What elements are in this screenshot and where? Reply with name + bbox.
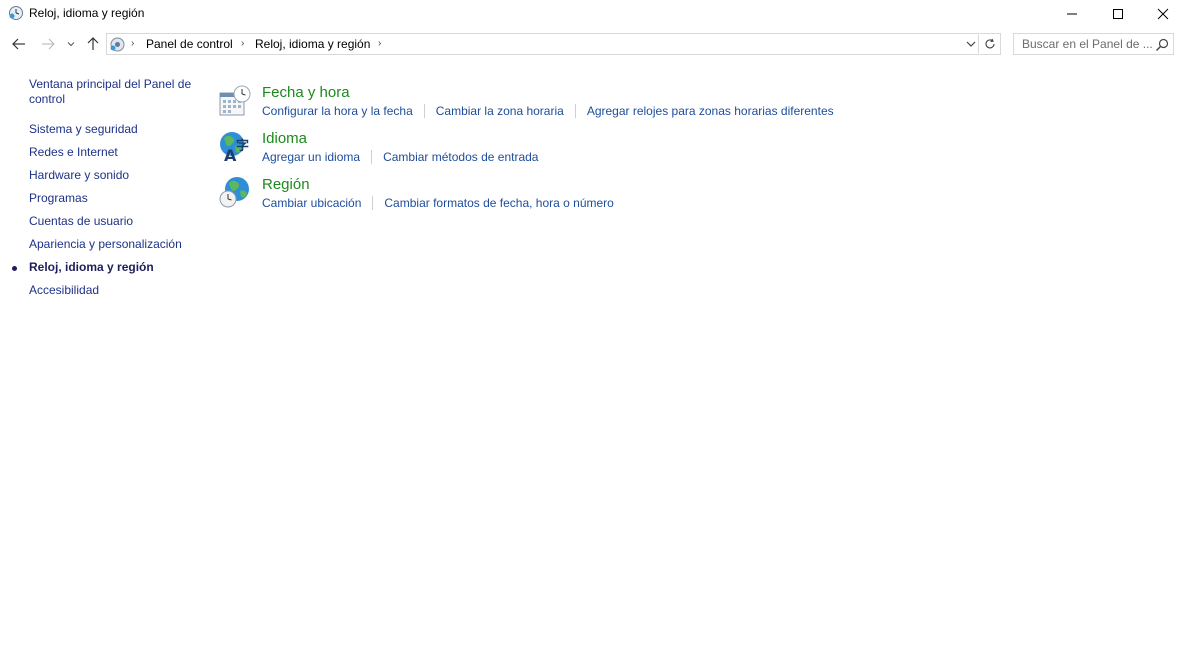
minimize-button[interactable] <box>1049 0 1095 28</box>
link-divider <box>372 196 374 210</box>
category-title-region[interactable]: Región <box>262 176 310 193</box>
chevron-down-icon <box>67 42 75 47</box>
search-input[interactable] <box>1014 34 1152 54</box>
category-links: Configurar la hora y la fecha Cambiar la… <box>262 104 834 118</box>
refresh-icon <box>985 38 995 49</box>
link-configurar-hora-fecha[interactable]: Configurar la hora y la fecha <box>262 104 413 118</box>
link-divider <box>423 104 425 118</box>
control-panel-icon <box>110 37 125 52</box>
clock-globe-icon <box>9 6 23 20</box>
link-divider <box>371 150 373 164</box>
address-bar[interactable]: › Panel de control › Reloj, idioma y reg… <box>106 33 979 55</box>
minimize-icon <box>1067 13 1077 15</box>
sidebar-item-ventana-principal[interactable]: Ventana principal del Panel de control <box>29 77 199 107</box>
refresh-button[interactable] <box>980 33 1001 55</box>
link-agregar-relojes[interactable]: Agregar relojes para zonas horarias dife… <box>587 104 834 118</box>
breadcrumb-separator-icon[interactable]: › <box>131 38 134 49</box>
sidebar-item-apariencia[interactable]: Apariencia y personalización <box>29 237 199 252</box>
address-dropdown-button[interactable] <box>964 37 978 51</box>
up-button[interactable] <box>83 34 103 54</box>
sidebar-item-sistema-seguridad[interactable]: Sistema y seguridad <box>29 122 199 137</box>
link-agregar-idioma[interactable]: Agregar un idioma <box>262 150 360 164</box>
current-item-bullet <box>12 266 17 271</box>
close-icon <box>1157 8 1169 20</box>
search-box[interactable] <box>1013 33 1174 55</box>
sidebar-item-reloj-idioma-region: Reloj, idioma y región <box>29 260 154 274</box>
link-cambiar-formatos[interactable]: Cambiar formatos de fecha, hora o número <box>384 196 613 210</box>
close-button[interactable] <box>1140 0 1181 28</box>
recent-locations-button[interactable] <box>63 34 79 54</box>
category-links: Agregar un idioma Cambiar métodos de ent… <box>262 150 538 164</box>
breadcrumb-separator-icon[interactable]: › <box>378 38 381 49</box>
arrow-up-icon <box>87 37 99 50</box>
arrow-left-icon <box>12 38 25 50</box>
back-button[interactable] <box>9 34 29 54</box>
globe-clock-icon[interactable] <box>218 176 252 210</box>
maximize-button[interactable] <box>1095 0 1141 28</box>
calendar-clock-icon[interactable] <box>218 84 252 118</box>
link-cambiar-zona-horaria[interactable]: Cambiar la zona horaria <box>436 104 564 118</box>
sidebar-item-hardware-sonido[interactable]: Hardware y sonido <box>29 168 199 183</box>
category-title-fecha-hora[interactable]: Fecha y hora <box>262 84 350 101</box>
link-divider <box>574 104 576 118</box>
globe-language-icon[interactable]: A 字 <box>218 130 252 164</box>
breadcrumb-panel-de-control[interactable]: Panel de control <box>146 37 233 51</box>
window-title: Reloj, idioma y región <box>29 6 145 20</box>
arrow-right-icon <box>42 38 55 50</box>
link-cambiar-ubicacion[interactable]: Cambiar ubicación <box>262 196 361 210</box>
category-title-idioma[interactable]: Idioma <box>262 130 307 147</box>
forward-button[interactable] <box>38 34 58 54</box>
maximize-icon <box>1113 9 1123 19</box>
category-links: Cambiar ubicación Cambiar formatos de fe… <box>262 196 614 210</box>
search-icon[interactable] <box>1154 37 1170 53</box>
breadcrumb-separator-icon[interactable]: › <box>241 38 244 49</box>
sidebar-item-programas[interactable]: Programas <box>29 191 199 206</box>
link-cambiar-metodos-entrada[interactable]: Cambiar métodos de entrada <box>383 150 538 164</box>
sidebar-item-cuentas-usuario[interactable]: Cuentas de usuario <box>29 214 199 229</box>
sidebar-item-accesibilidad[interactable]: Accesibilidad <box>29 283 199 298</box>
svg-text:字: 字 <box>236 138 249 154</box>
title-bar: Reloj, idioma y región <box>0 0 1181 28</box>
sidebar-item-redes-internet[interactable]: Redes e Internet <box>29 145 199 160</box>
chevron-down-icon <box>966 41 976 47</box>
breadcrumb-reloj-idioma-region[interactable]: Reloj, idioma y región <box>255 37 370 51</box>
